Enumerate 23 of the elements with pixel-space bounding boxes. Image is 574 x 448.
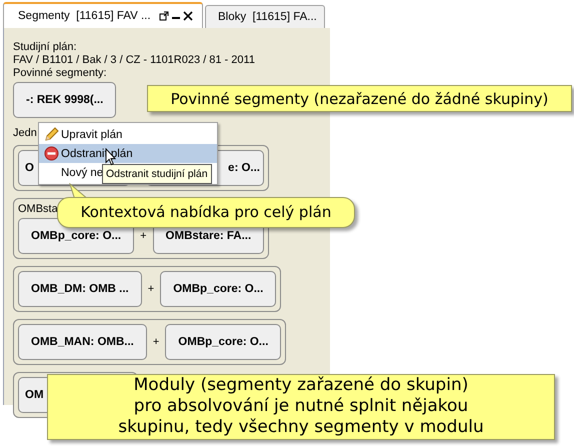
- menu-item[interactable]: Upravit plán: [39, 125, 217, 144]
- plan-value: FAV / B1101 / Bak / 3 / CZ - 1101R023 / 81 - 2011: [13, 54, 255, 67]
- plus-sign: +: [139, 230, 148, 242]
- callout-tooltip: Povinné segmenty (nezařazené do žádné skupiny): [147, 85, 572, 112]
- segment-button[interactable]: OMBp_core: O...: [165, 324, 282, 360]
- remove-icon: [44, 146, 58, 161]
- group-label: OMBsta: [18, 203, 58, 215]
- callout-tooltip: Moduly (segmenty zařazené do skupin) pro absolvování je nutné splnit nějakou skupinu, tedy všechny segmenty v modulu: [47, 374, 555, 440]
- tab[interactable]: Bloky [11615] FA...: [205, 5, 325, 28]
- modules-label: Jedn: [13, 127, 37, 140]
- plus-sign: +: [152, 336, 160, 348]
- close-icon[interactable]: [182, 11, 193, 21]
- pencil-icon: [44, 127, 58, 142]
- plan-label: Studijní plán:: [13, 41, 77, 54]
- segment-button[interactable]: OMB_MAN: OMB...: [18, 324, 147, 360]
- mandatory-label: Povinné segmenty:: [13, 67, 107, 80]
- plus-sign: +: [146, 283, 156, 295]
- tooltip: Odstranit studijní plán: [102, 164, 212, 184]
- restore-icon[interactable]: [158, 11, 169, 21]
- tab[interactable]: Segmenty [11615] FAV ...: [3, 2, 203, 28]
- segment-button[interactable]: OMBp_core: O...: [160, 271, 276, 307]
- segment-button[interactable]: OMB_DM: OMB ...: [18, 271, 142, 307]
- segment-button[interactable]: -: REK 9998(...: [13, 82, 116, 118]
